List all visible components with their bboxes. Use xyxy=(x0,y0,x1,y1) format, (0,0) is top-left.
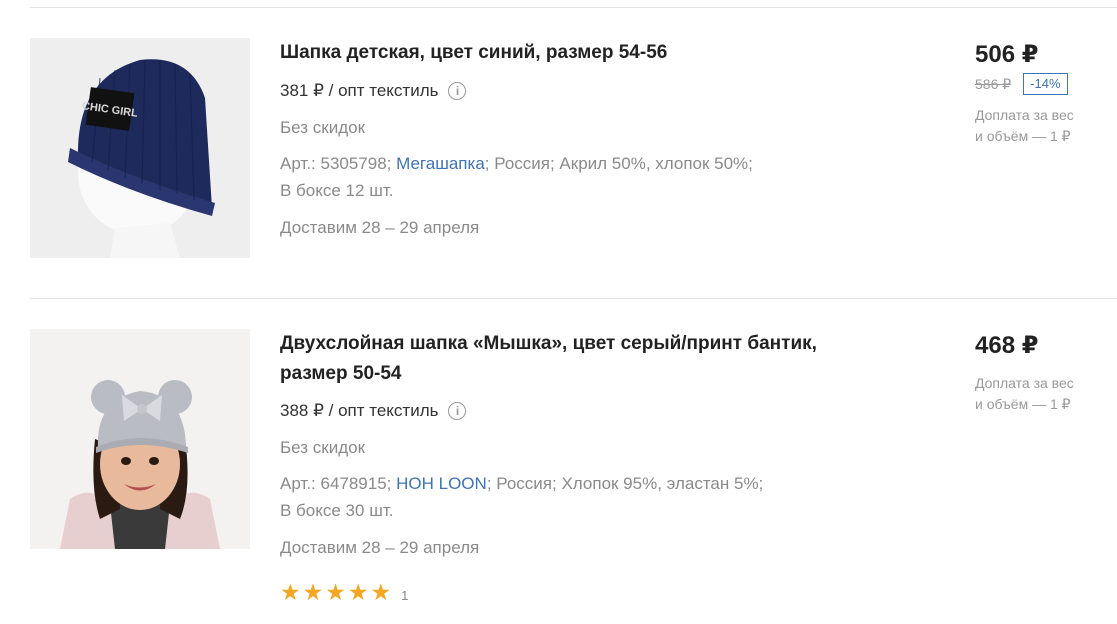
product-card: CHIC GIRL Шапка детская, цвет синий, раз… xyxy=(30,38,1117,268)
product-divider xyxy=(30,298,1117,299)
wholesale-price: 381 ₽ / опт текстиль i xyxy=(280,80,920,102)
box-quantity: В боксе 12 шт. xyxy=(280,181,394,200)
star-icon: ★ xyxy=(370,579,392,605)
specs-prefix: Арт.: 5305798; xyxy=(280,154,397,173)
surcharge-line-2: и объём — 1 ₽ xyxy=(975,128,1071,144)
specs-suffix: ; Россия; Акрил 50%, хлопок 50%; xyxy=(484,154,753,173)
box-quantity: В боксе 30 шт. xyxy=(280,501,394,520)
product-image[interactable] xyxy=(30,329,250,549)
info-circle-icon[interactable]: i xyxy=(448,402,467,420)
surcharge-line-2: и объём — 1 ₽ xyxy=(975,396,1071,412)
specs-prefix: Арт.: 6478915; xyxy=(280,474,397,493)
old-price: 586 ₽ xyxy=(975,75,1012,92)
star-icon: ★ xyxy=(347,579,369,605)
product-title-line-2: размер 50-54 xyxy=(280,363,402,384)
delivery-info: Доставим 28 – 29 апреля xyxy=(280,218,480,237)
info-circle-icon[interactable]: i xyxy=(448,82,467,100)
product-title[interactable]: Двухслойная шапка «Мышка», цвет серый/пр… xyxy=(280,329,920,389)
brand-link[interactable]: HOH LOON xyxy=(396,474,487,493)
wholesale-label: 388 ₽ / опт текстиль xyxy=(280,401,439,420)
discount-badge: -14% xyxy=(1023,73,1068,95)
hat-image: CHIC GIRL xyxy=(30,38,250,258)
product-card: Двухслойная шапка «Мышка», цвет серый/пр… xyxy=(30,329,1117,619)
star-icon: ★ xyxy=(280,579,301,605)
price-column: 506 ₽ 586 ₽ -14% Доплата за вес и объём … xyxy=(975,38,1115,147)
girl-hat-image xyxy=(30,329,250,549)
surcharge-line-1: Доплата за вес xyxy=(975,375,1074,391)
price-column: 468 ₽ Доплата за вес и объём — 1 ₽ xyxy=(975,329,1115,415)
old-price-row: 586 ₽ -14% xyxy=(975,73,1115,95)
product-image[interactable]: CHIC GIRL xyxy=(30,38,250,258)
current-price: 506 ₽ xyxy=(975,41,1039,68)
top-divider xyxy=(30,7,1117,8)
rating-count: 1 xyxy=(401,588,409,603)
product-info: Двухслойная шапка «Мышка», цвет серый/пр… xyxy=(280,329,920,604)
wholesale-price: 388 ₽ / опт текстиль i xyxy=(280,400,920,422)
wholesale-label: 381 ₽ / опт текстиль xyxy=(280,81,439,100)
product-info: Шапка детская, цвет синий, размер 54-56 … xyxy=(280,38,920,241)
surcharge-line-1: Доплата за вес xyxy=(975,107,1074,123)
star-icon: ★ xyxy=(325,579,346,605)
star-icon: ★ xyxy=(302,579,324,605)
current-price: 468 ₽ xyxy=(975,332,1039,359)
discount-status: Без скидок xyxy=(280,438,365,457)
delivery-info: Доставим 28 – 29 апреля xyxy=(280,538,480,557)
discount-status: Без скидок xyxy=(280,118,365,137)
rating[interactable]: ★ ★ ★ ★ ★ 1 xyxy=(280,581,920,604)
surcharge-note: Доплата за вес и объём — 1 ₽ xyxy=(975,373,1115,415)
product-title[interactable]: Шапка детская, цвет синий, размер 54-56 xyxy=(280,38,920,68)
product-title-line-1: Двухслойная шапка «Мышка», цвет серый/пр… xyxy=(280,333,817,354)
surcharge-note: Доплата за вес и объём — 1 ₽ xyxy=(975,105,1115,147)
product-specs: Арт.: 5305798; Мегашапка; Россия; Акрил … xyxy=(280,150,920,177)
product-specs: Арт.: 6478915; HOH LOON; Россия; Хлопок … xyxy=(280,470,920,497)
specs-suffix: ; Россия; Хлопок 95%, эластан 5%; xyxy=(486,474,764,493)
brand-link[interactable]: Мегашапка xyxy=(396,154,485,173)
